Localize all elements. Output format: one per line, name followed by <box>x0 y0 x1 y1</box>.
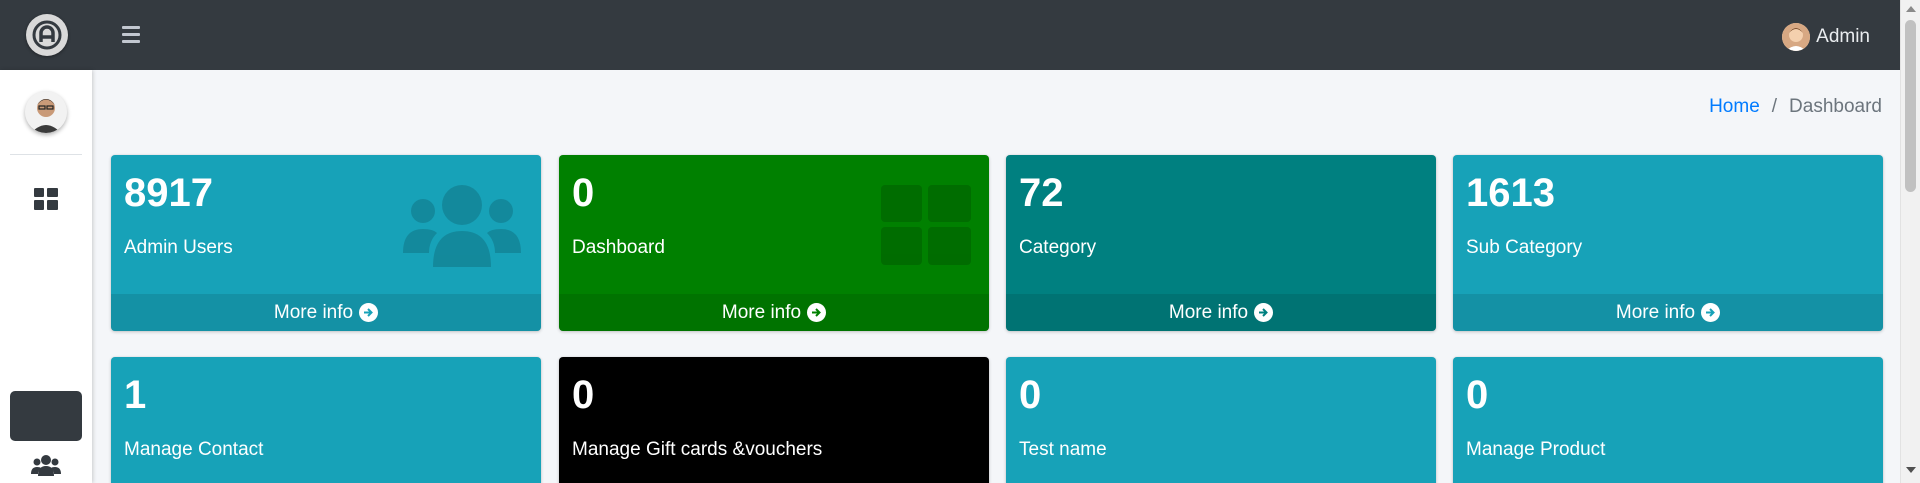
user-avatar <box>1782 23 1811 51</box>
box-value: 0 <box>572 171 595 215</box>
arrow-circle-right-icon <box>807 303 827 322</box>
test-name-box: 0 Test name <box>1006 357 1436 483</box>
box-value: 1 <box>124 373 147 417</box>
more-info-link[interactable]: More info <box>111 294 541 331</box>
sidebar-divider <box>10 154 82 155</box>
breadcrumb: Home / Dashboard <box>1709 96 1882 118</box>
box-value: 8917 <box>124 171 213 215</box>
more-info-link[interactable]: More info <box>1006 294 1436 331</box>
sidebar <box>0 70 92 483</box>
hamburger-icon[interactable] <box>120 24 142 44</box>
box-label: Manage Contact <box>124 439 264 460</box>
admin-users-box: 8917 Admin Users More info <box>111 155 541 331</box>
manage-product-box: 0 Manage Product <box>1453 357 1883 483</box>
box-value: 1613 <box>1466 171 1555 215</box>
box-label: Manage Product <box>1466 439 1606 460</box>
dashboard-grid-icon[interactable] <box>34 188 58 210</box>
more-info-link[interactable]: More info <box>559 294 989 331</box>
scroll-thumb[interactable] <box>1905 20 1916 192</box>
more-info-label: More info <box>1168 301 1249 323</box>
user-name: Admin <box>1816 26 1870 47</box>
box-value: 72 <box>1019 171 1064 215</box>
box-value: 0 <box>1019 373 1042 417</box>
box-value: 0 <box>1466 373 1489 417</box>
arrow-circle-right-icon <box>1254 303 1274 322</box>
box-value: 0 <box>572 373 595 417</box>
scroll-up-arrow-icon[interactable] <box>1906 6 1916 12</box>
scroll-down-arrow-icon[interactable] <box>1906 467 1916 473</box>
more-info-label: More info <box>273 301 354 323</box>
box-label: Manage Gift cards &vouchers <box>572 439 823 460</box>
brand-logo-icon[interactable] <box>26 14 68 56</box>
breadcrumb-home-link[interactable]: Home <box>1709 96 1760 118</box>
box-label: Test name <box>1019 439 1107 460</box>
sidebar-item-active[interactable] <box>10 391 82 441</box>
box-label: Admin Users <box>124 237 233 258</box>
dashboard-box: 0 Dashboard More info <box>559 155 989 331</box>
manage-gift-cards-box: 0 Manage Gift cards &vouchers <box>559 357 989 483</box>
box-label: Sub Category <box>1466 237 1583 258</box>
more-info-label: More info <box>721 301 802 323</box>
breadcrumb-separator: / <box>1771 96 1778 117</box>
user-menu[interactable]: Admin <box>1782 22 1870 52</box>
breadcrumb-current: Dashboard <box>1789 96 1882 117</box>
box-label: Dashboard <box>572 237 665 258</box>
sidebar-user-avatar[interactable] <box>25 91 67 133</box>
arrow-circle-right-icon <box>1701 303 1721 322</box>
page-scrollbar[interactable] <box>1900 0 1920 483</box>
users-icon[interactable] <box>31 454 61 476</box>
box-label: Category <box>1019 237 1097 258</box>
users-icon <box>403 185 521 267</box>
manage-contact-box: 1 Manage Contact <box>111 357 541 483</box>
more-info-link[interactable]: More info <box>1453 294 1883 331</box>
category-box: 72 Category More info <box>1006 155 1436 331</box>
more-info-label: More info <box>1615 301 1696 323</box>
sub-category-box: 1613 Sub Category More info <box>1453 155 1883 331</box>
dashboard-grid-icon <box>881 185 971 265</box>
top-navbar: Admin <box>0 0 1900 70</box>
arrow-circle-right-icon <box>359 303 379 322</box>
